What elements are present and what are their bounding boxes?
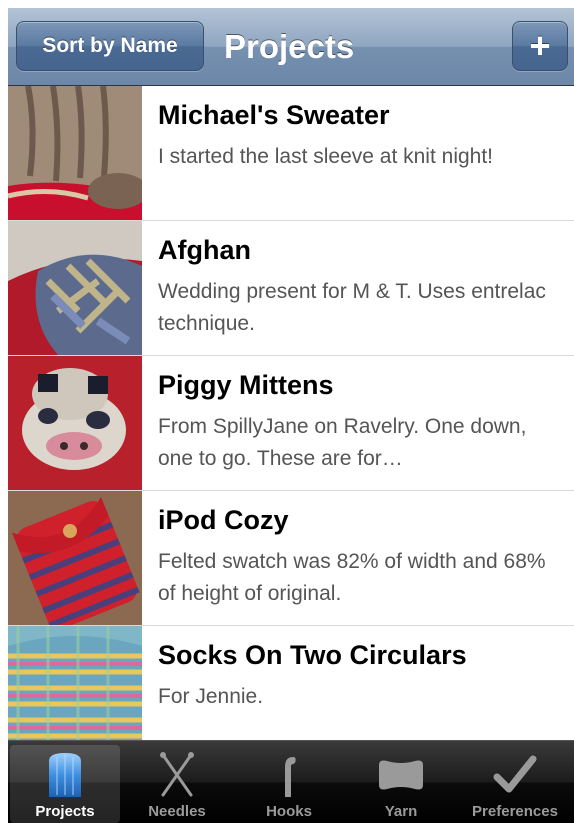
project-description: From SpillyJane on Ravelry. One down, on… <box>158 415 527 470</box>
needles-icon <box>160 752 194 797</box>
project-thumbnail <box>8 86 142 220</box>
page-title: Projects <box>224 28 355 65</box>
tab-needles[interactable]: Needles <box>122 745 232 823</box>
project-thumbnail <box>8 221 142 355</box>
project-description: For Jennie. <box>158 685 264 708</box>
projects-icon <box>49 753 81 797</box>
project-title: Piggy Mittens <box>158 370 334 400</box>
project-thumbnail <box>8 356 142 490</box>
project-title: Michael's Sweater <box>158 100 390 130</box>
project-title: iPod Cozy <box>158 505 289 535</box>
yarn-icon <box>379 760 423 790</box>
tab-projects[interactable]: Projects <box>10 745 120 823</box>
project-title: Afghan <box>158 235 251 265</box>
tab-label: Projects <box>35 803 95 820</box>
project-row[interactable]: Piggy Mittens From SpillyJane on Ravelry… <box>8 356 574 491</box>
tab-yarn[interactable]: Yarn <box>346 745 456 823</box>
project-row[interactable]: Afghan Wedding present for M & T. Uses e… <box>8 221 574 356</box>
sort-by-name-button[interactable]: Sort by Name <box>16 21 204 71</box>
tab-label: Preferences <box>472 803 558 820</box>
project-thumbnail <box>8 491 142 625</box>
sort-button-label: Sort by Name <box>42 34 178 57</box>
plus-icon: + <box>529 25 551 66</box>
hook-icon <box>285 757 296 797</box>
tab-label: Yarn <box>384 803 418 820</box>
project-row[interactable]: Michael's Sweater I started the last sle… <box>8 86 574 221</box>
tab-label: Needles <box>148 803 206 820</box>
project-row[interactable]: iPod Cozy Felted swatch was 82% of width… <box>8 491 574 626</box>
project-description: Wedding present for M & T. Uses entrelac… <box>158 280 546 335</box>
checkmark-icon <box>493 755 537 793</box>
tab-label: Hooks <box>266 803 312 820</box>
project-list: Michael's Sweater I started the last sle… <box>8 86 574 761</box>
tab-preferences[interactable]: Preferences <box>460 745 570 823</box>
project-description: Felted swatch was 82% of width and 68% o… <box>158 550 546 605</box>
navigation-bar: Sort by Name Projects + <box>8 8 574 86</box>
tab-bar: Projects Needles Hooks Yarn Preferences <box>8 740 574 823</box>
project-description: I started the last sleeve at knit night! <box>158 145 494 168</box>
app-screen: Sort by Name Projects + Michael's Sweate… <box>8 8 574 823</box>
project-title: Socks On Two Circulars <box>158 640 467 670</box>
add-project-button[interactable]: + <box>512 21 568 71</box>
tab-hooks[interactable]: Hooks <box>234 745 344 823</box>
